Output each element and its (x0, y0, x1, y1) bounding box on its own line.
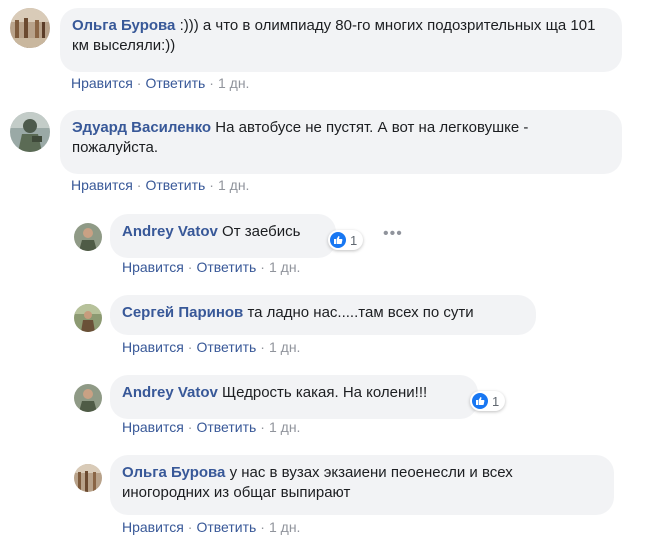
reaction-badge[interactable]: 1 (328, 230, 364, 250)
separator: · (260, 339, 265, 355)
comment-time[interactable]: 1 дн. (269, 419, 300, 435)
comment-bubble: Эдуард Василенко На автобусе не пустят. … (60, 110, 622, 174)
comment-text: От заебись (222, 223, 301, 240)
comment-author[interactable]: Ольга Бурова (122, 464, 225, 481)
comment-time[interactable]: 1 дн. (269, 259, 300, 275)
avatar[interactable] (74, 384, 102, 412)
comment-actions: Нравится · Ответить · 1 дн. (122, 259, 300, 275)
reply-bubble: Andrey Vatov Щедрость какая. На колени!!… (110, 375, 478, 419)
separator: · (209, 177, 214, 193)
reply-link[interactable]: Ответить (196, 259, 256, 275)
comment-text: Щедрость какая. На колени!!! (222, 384, 428, 401)
separator: · (260, 419, 265, 435)
avatar[interactable] (74, 464, 102, 492)
comment-time[interactable]: 1 дн. (269, 519, 300, 535)
separator: · (136, 75, 142, 91)
comment-time[interactable]: 1 дн. (269, 339, 300, 355)
reply-link[interactable]: Ответить (196, 419, 256, 435)
like-icon (472, 393, 488, 409)
comment-author[interactable]: Ольга Бурова (72, 17, 175, 34)
like-icon (330, 232, 346, 248)
reaction-badge[interactable]: 1 (470, 391, 506, 411)
separator: · (136, 177, 142, 193)
comment-actions: Нравится · Ответить · 1 дн. (71, 75, 249, 91)
comment-author[interactable]: Эдуард Василенко (72, 119, 211, 136)
comment-author[interactable]: Сергей Паринов (122, 304, 243, 321)
reply-link[interactable]: Ответить (196, 519, 256, 535)
reply-link[interactable]: Ответить (145, 75, 205, 91)
comment-actions: Нравится · Ответить · 1 дн. (122, 419, 300, 435)
like-link[interactable]: Нравится (71, 177, 133, 193)
more-options-icon[interactable]: ••• (383, 225, 403, 243)
like-link[interactable]: Нравится (122, 259, 184, 275)
comment-text: та ладно нас.....там всех по сути (247, 304, 474, 321)
separator: · (187, 519, 193, 535)
avatar[interactable] (74, 304, 102, 332)
comment-actions: Нравится · Ответить · 1 дн. (122, 339, 300, 355)
like-link[interactable]: Нравится (122, 339, 184, 355)
separator: · (187, 259, 193, 275)
like-link[interactable]: Нравится (122, 519, 184, 535)
like-link[interactable]: Нравится (71, 75, 133, 91)
comment-author[interactable]: Andrey Vatov (122, 223, 218, 240)
reply-bubble: Сергей Паринов та ладно нас.....там всех… (110, 295, 536, 335)
reply-link[interactable]: Ответить (145, 177, 205, 193)
comment-time[interactable]: 1 дн. (218, 75, 249, 91)
reply-bubble: Andrey Vatov От заебись (110, 214, 336, 258)
separator: · (187, 419, 193, 435)
reply-link[interactable]: Ответить (196, 339, 256, 355)
reaction-count: 1 (492, 393, 500, 409)
separator: · (209, 75, 214, 91)
comment-time[interactable]: 1 дн. (218, 177, 249, 193)
separator: · (260, 259, 265, 275)
reply-bubble: Ольга Бурова у нас в вузах экзаиени пеое… (110, 455, 614, 515)
comment-bubble: Ольга Бурова :))) а что в олимпиаду 80-г… (60, 8, 622, 72)
separator: · (260, 519, 265, 535)
avatar[interactable] (10, 112, 50, 152)
separator: · (187, 339, 193, 355)
comment-actions: Нравится · Ответить · 1 дн. (122, 519, 300, 535)
reaction-count: 1 (350, 232, 358, 248)
comment-actions: Нравится · Ответить · 1 дн. (71, 177, 249, 193)
avatar[interactable] (10, 8, 50, 48)
avatar[interactable] (74, 223, 102, 251)
like-link[interactable]: Нравится (122, 419, 184, 435)
comment-author[interactable]: Andrey Vatov (122, 384, 218, 401)
